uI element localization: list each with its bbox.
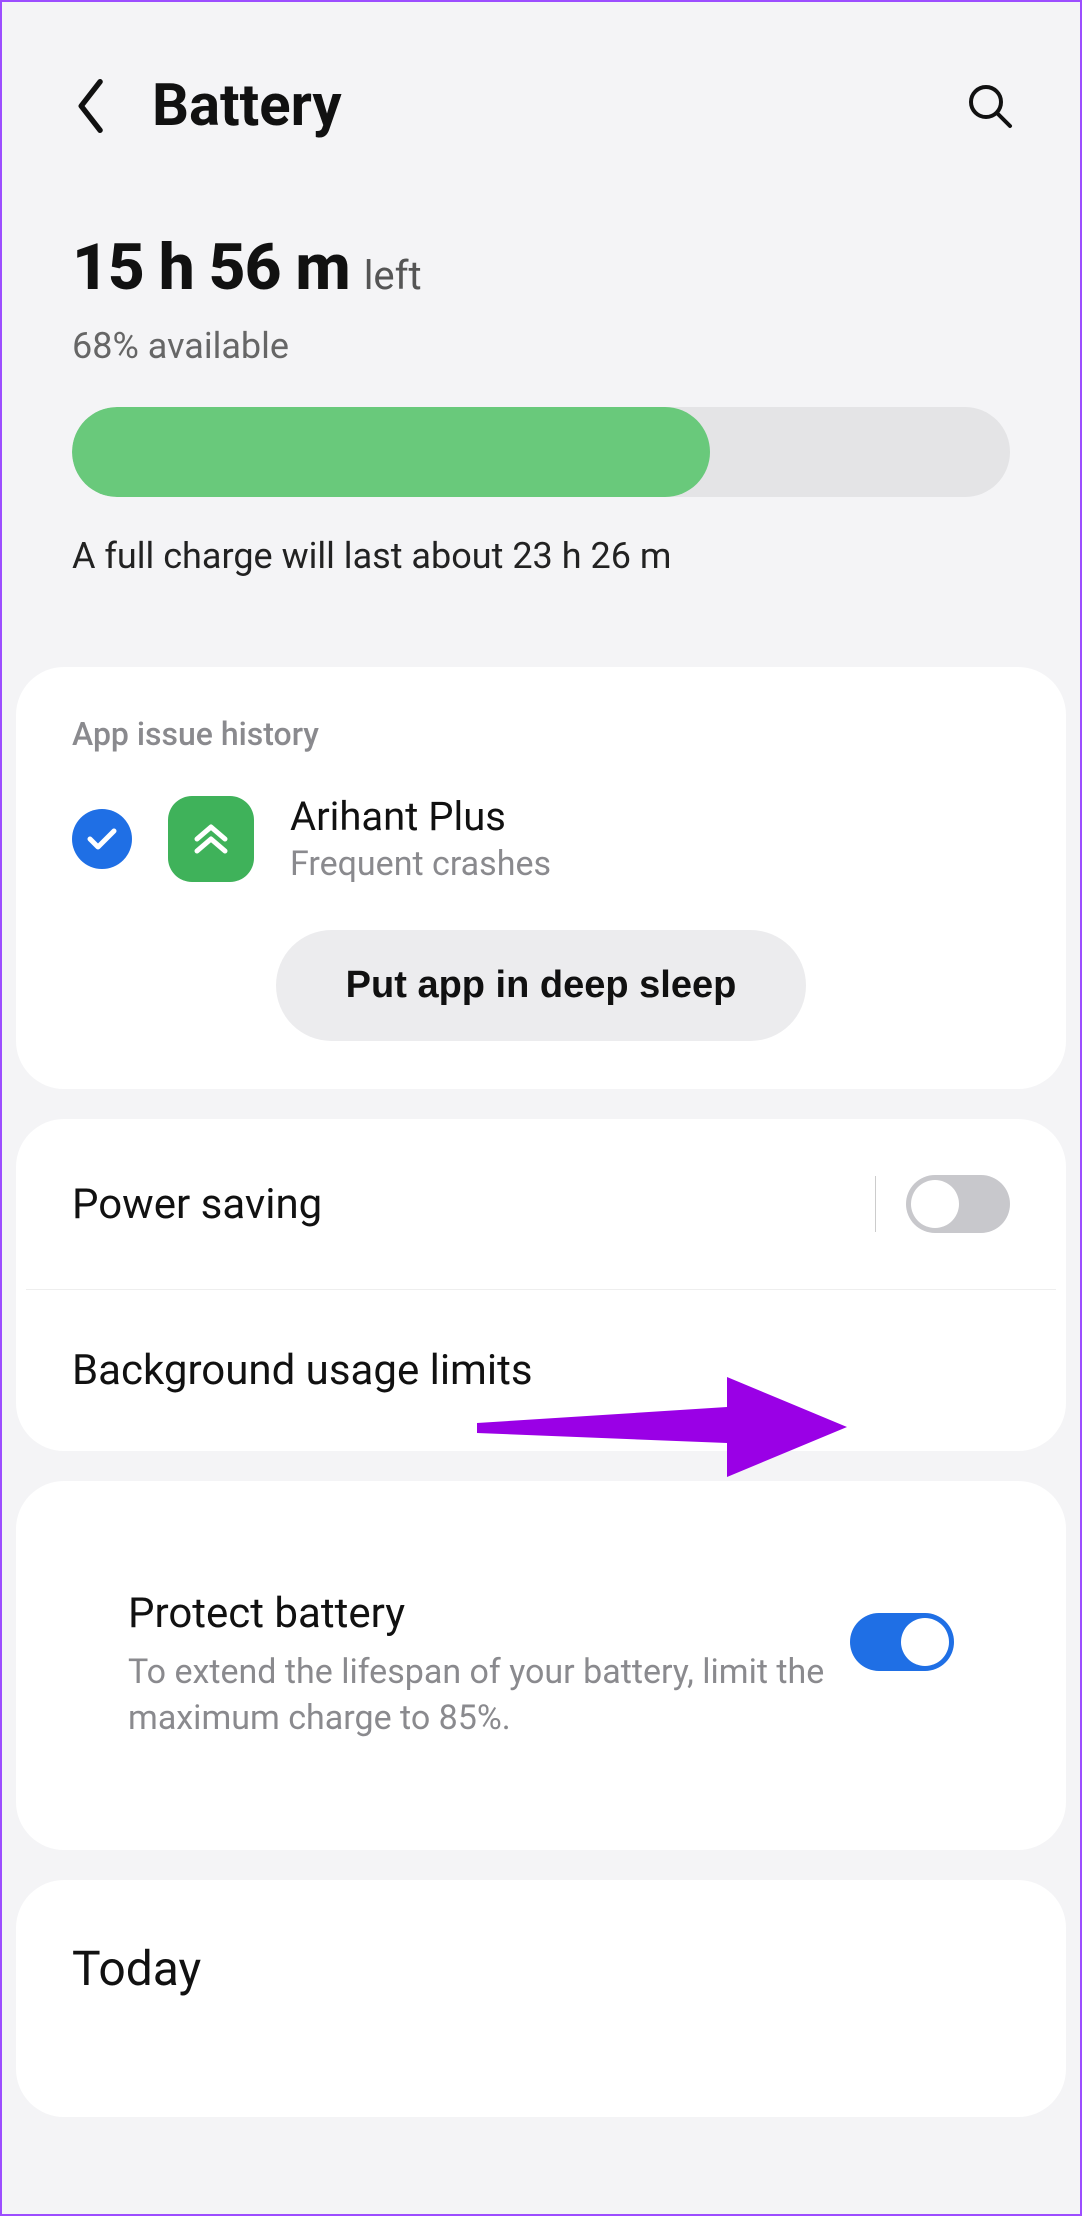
protect-battery-toggle[interactable] bbox=[850, 1613, 954, 1671]
back-button[interactable] bbox=[62, 76, 122, 136]
protect-battery-subtitle: To extend the lifespan of your battery, … bbox=[128, 1650, 828, 1742]
double-chevron-up-icon bbox=[189, 817, 233, 861]
deep-sleep-button[interactable]: Put app in deep sleep bbox=[276, 930, 807, 1041]
search-button[interactable] bbox=[960, 76, 1020, 136]
battery-available: 68% available bbox=[72, 325, 1010, 367]
protect-battery-card: Protect battery To extend the lifespan o… bbox=[16, 1481, 1066, 1850]
app-issue-label: Frequent crashes bbox=[290, 844, 551, 884]
bg-usage-limits-label: Background usage limits bbox=[72, 1346, 1010, 1395]
search-icon bbox=[966, 82, 1014, 130]
time-left: 15 h 56 m left bbox=[72, 230, 1010, 305]
power-saving-toggle[interactable] bbox=[906, 1175, 1010, 1233]
app-issue-section-title: App issue history bbox=[72, 715, 1010, 753]
power-saving-row[interactable]: Power saving bbox=[16, 1119, 1066, 1289]
settings-card: Power saving Background usage limits bbox=[16, 1119, 1066, 1451]
app-issue-text: Arihant Plus Frequent crashes bbox=[290, 793, 551, 884]
page-title: Battery bbox=[152, 72, 960, 140]
time-left-value: 15 h 56 m bbox=[72, 230, 350, 305]
protect-battery-row[interactable]: Protect battery To extend the lifespan o… bbox=[72, 1529, 1010, 1802]
app-issue-row[interactable]: Arihant Plus Frequent crashes bbox=[72, 793, 1010, 884]
selected-check-icon[interactable] bbox=[72, 809, 132, 869]
bg-usage-limits-row[interactable]: Background usage limits bbox=[26, 1289, 1056, 1451]
time-left-suffix: left bbox=[364, 252, 422, 299]
today-card[interactable]: Today bbox=[16, 1880, 1066, 2117]
battery-summary[interactable]: 15 h 56 m left 68% available A full char… bbox=[2, 180, 1080, 637]
header: Battery bbox=[2, 2, 1080, 180]
protect-battery-title: Protect battery bbox=[128, 1589, 850, 1638]
battery-bar-fill bbox=[72, 407, 710, 497]
toggle-separator bbox=[875, 1176, 876, 1232]
app-issue-card: App issue history Arihant Plus Frequent … bbox=[16, 667, 1066, 1089]
full-charge-estimate: A full charge will last about 23 h 26 m bbox=[72, 535, 1010, 577]
power-saving-label: Power saving bbox=[72, 1180, 845, 1229]
chevron-left-icon bbox=[75, 79, 109, 133]
app-icon bbox=[168, 796, 254, 882]
today-title: Today bbox=[72, 1940, 1010, 1997]
battery-bar bbox=[72, 407, 1010, 497]
app-name: Arihant Plus bbox=[290, 793, 551, 840]
